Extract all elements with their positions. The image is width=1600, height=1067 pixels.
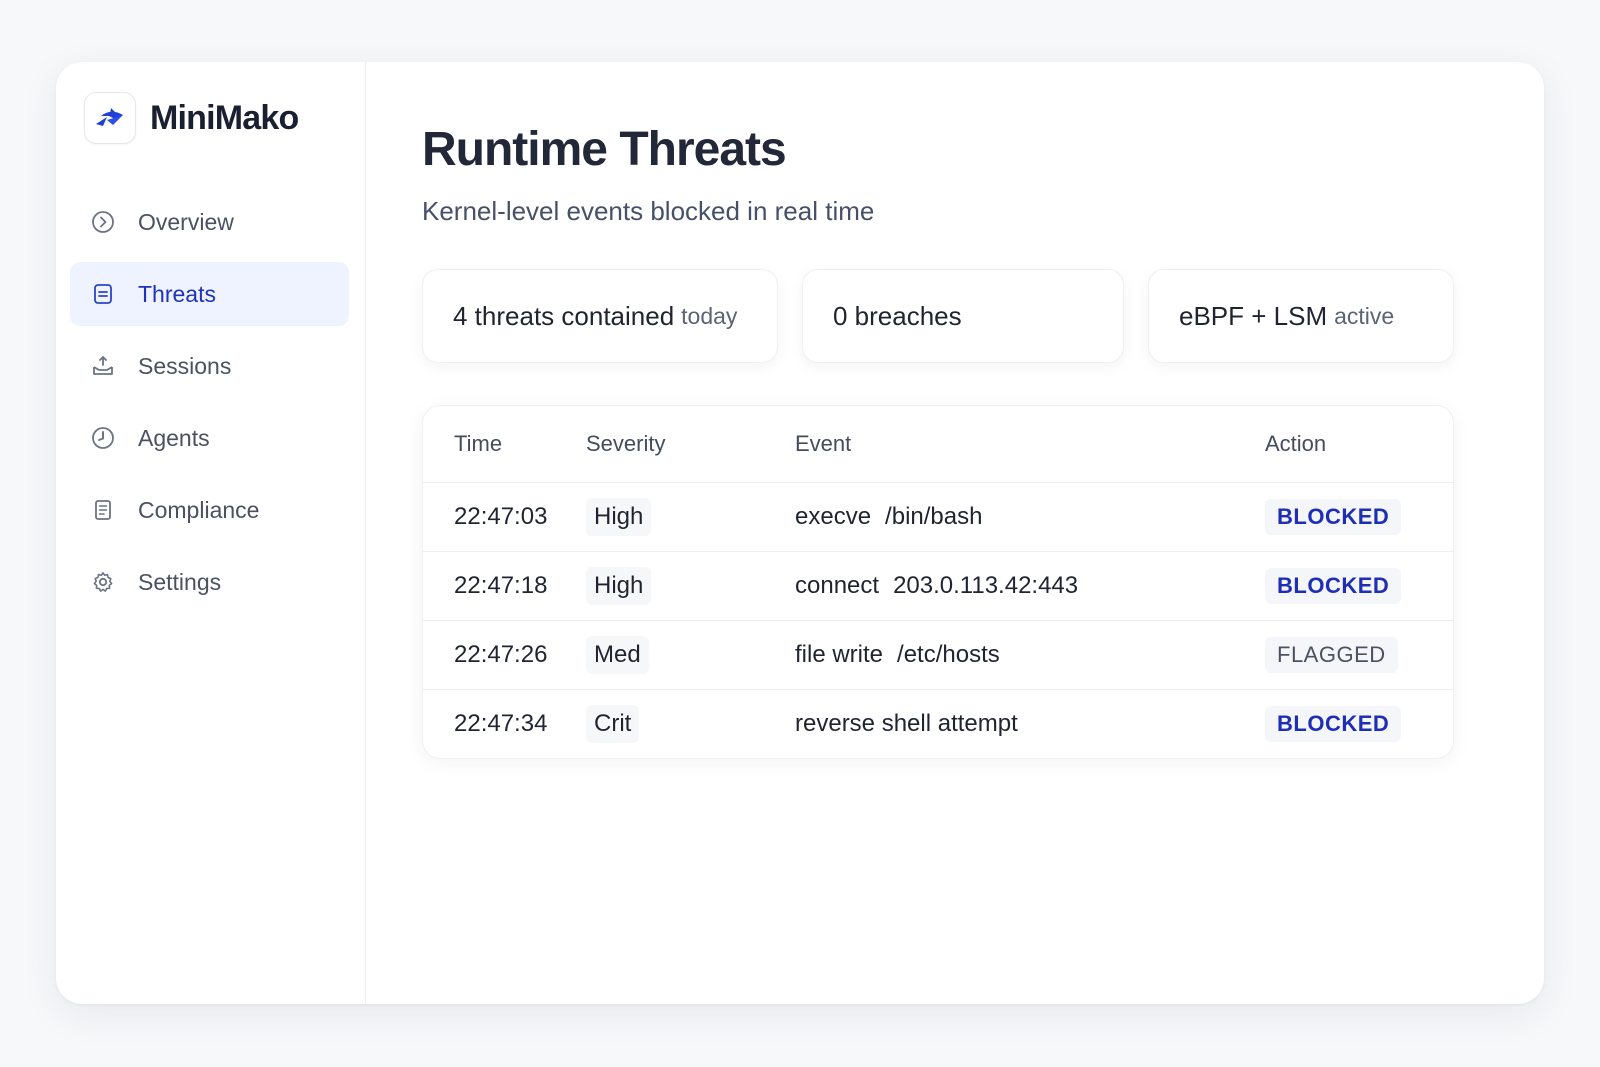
action-badge: BLOCKED [1265, 499, 1402, 535]
list-doc-icon [90, 281, 116, 307]
event-command: reverse shell attempt [795, 710, 1018, 737]
event-argument: /bin/bash [885, 503, 983, 530]
table-header: Time Severity Event Action [423, 406, 1453, 482]
brand[interactable]: MiniMako [84, 90, 349, 146]
severity-badge: Crit [586, 705, 640, 743]
sidebar-item-sessions[interactable]: Sessions [70, 334, 349, 398]
event-time: 22:47:34 [454, 710, 548, 737]
table-row[interactable]: 22:47:26 Med file write/etc/hosts FLAGGE… [423, 620, 1453, 689]
sidebar-item-label: Threats [138, 280, 216, 307]
sidebar-item-overview[interactable]: Overview [70, 190, 349, 254]
alert-clock-icon [90, 425, 116, 451]
action-badge: FLAGGED [1265, 637, 1398, 673]
logo-shark-icon [84, 92, 136, 144]
sidebar-item-settings[interactable]: Settings [70, 550, 349, 614]
sidebar-item-agents[interactable]: Agents [70, 406, 349, 470]
event-command: file write [795, 641, 884, 668]
event-time: 22:47:18 [454, 572, 548, 599]
page-title: Runtime Threats [422, 123, 787, 176]
event-argument: 203.0.113.42:443 [893, 572, 1079, 599]
severity-badge: High [586, 498, 652, 536]
column-header-time[interactable]: Time [454, 431, 586, 457]
stat-qualifier: today [681, 302, 738, 329]
event-time: 22:47:26 [454, 641, 548, 668]
main-content: Runtime Threats Kernel-level events bloc… [366, 62, 1544, 1004]
action-badge: BLOCKED [1265, 568, 1402, 604]
column-header-severity[interactable]: Severity [586, 431, 795, 457]
tray-upload-icon [90, 353, 116, 379]
stat-value: 4 threats contained [453, 300, 675, 331]
table-row[interactable]: 22:47:03 High execve/bin/bash BLOCKED [423, 482, 1453, 551]
stat-value: eBPF + LSM [1179, 300, 1328, 331]
event-description: reverse shell attempt [795, 710, 1265, 738]
stat-card-breaches: 0 breaches [802, 269, 1124, 363]
event-command: connect [795, 572, 880, 599]
document-icon [90, 497, 116, 523]
sidebar-item-label: Sessions [138, 352, 232, 379]
table-row[interactable]: 22:47:34 Crit reverse shell attempt BLOC… [423, 689, 1453, 758]
threats-table: Time Severity Event Action 22:47:03 High… [422, 405, 1454, 759]
gear-icon [90, 569, 116, 595]
sidebar-item-label: Agents [138, 424, 210, 451]
event-description: execve/bin/bash [795, 503, 1265, 531]
column-header-action[interactable]: Action [1265, 431, 1453, 457]
stat-qualifier: active [1334, 302, 1395, 329]
event-command: execve [795, 503, 872, 530]
stat-value: 0 breaches [833, 300, 962, 331]
sidebar-nav: Overview Threats Sessions Agents Complia… [70, 190, 349, 614]
sidebar-item-label: Overview [138, 208, 234, 235]
stat-card-threats-contained: 4 threats contained today [422, 269, 778, 363]
sidebar-item-threats[interactable]: Threats [70, 262, 349, 326]
app-window: MiniMako Overview Threats Sessions Agent… [56, 62, 1544, 1004]
event-description: file write/etc/hosts [795, 641, 1265, 669]
event-time: 22:47:03 [454, 503, 548, 530]
column-header-event[interactable]: Event [795, 431, 1265, 457]
table-row[interactable]: 22:47:18 High connect 203.0.113.42:443 BL… [423, 551, 1453, 620]
sidebar-item-label: Settings [138, 568, 222, 595]
severity-badge: High [586, 567, 652, 605]
stat-card-engine: eBPF + LSM active [1148, 269, 1454, 363]
sidebar: MiniMako Overview Threats Sessions Agent… [56, 62, 366, 1004]
stats-row: 4 threats contained today 0 breaches eBP… [422, 269, 1544, 363]
page-subtitle: Kernel-level events blocked in real time [422, 196, 875, 226]
sidebar-item-label: Compliance [138, 496, 260, 523]
action-badge: BLOCKED [1265, 706, 1402, 742]
sidebar-item-compliance[interactable]: Compliance [70, 478, 349, 542]
severity-badge: Med [586, 636, 649, 674]
event-argument: /etc/hosts [897, 641, 1000, 668]
chevron-circle-icon [90, 209, 116, 235]
app-name: MiniMako [150, 98, 299, 137]
event-description: connect 203.0.113.42:443 [795, 572, 1265, 600]
